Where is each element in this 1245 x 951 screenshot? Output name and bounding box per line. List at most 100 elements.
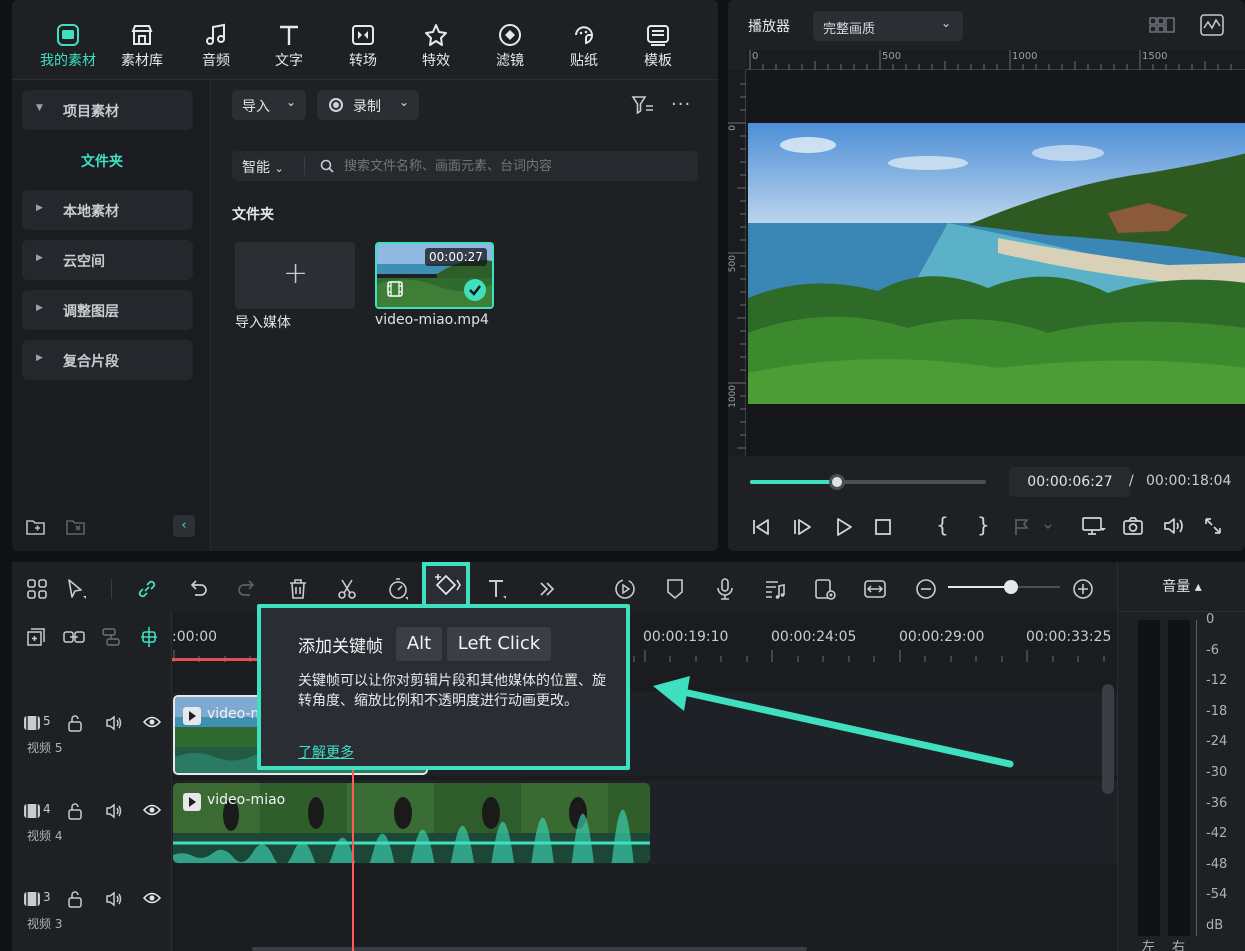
search-input[interactable] <box>344 155 684 177</box>
redo-icon[interactable] <box>234 576 260 602</box>
microphone-icon[interactable] <box>712 576 738 602</box>
delete-icon[interactable] <box>285 576 311 602</box>
display-settings-icon[interactable] <box>1081 515 1107 537</box>
next-frame-icon[interactable] <box>791 516 813 538</box>
import-button[interactable]: 导入 ⌄ <box>232 90 306 120</box>
playback-progress[interactable] <box>750 474 986 490</box>
new-folder-icon[interactable] <box>25 517 47 537</box>
progress-knob[interactable] <box>829 474 846 490</box>
vertical-ruler: 0 500 1000 <box>728 70 746 456</box>
clip-label: video-miao <box>207 792 286 808</box>
nav-cloud[interactable]: ▶ 云空间 <box>22 240 193 280</box>
timeline-clip-track4[interactable]: video-miao <box>173 783 650 863</box>
more-tools-icon[interactable] <box>534 576 560 602</box>
collapse-panel-button[interactable]: ‹ <box>173 515 195 537</box>
mute-icon[interactable] <box>105 890 123 908</box>
meter-scale-label: dB <box>1206 918 1224 933</box>
visibility-eye-icon[interactable] <box>143 891 161 905</box>
add-track-icon[interactable] <box>25 626 47 648</box>
stop-icon[interactable] <box>872 516 894 538</box>
render-bar <box>172 658 267 661</box>
zoom-out-icon[interactable] <box>913 576 939 602</box>
audio-mix-icon[interactable] <box>762 576 788 602</box>
tab-text[interactable]: 文字 <box>253 20 325 70</box>
magnet-snap-icon[interactable] <box>137 625 161 649</box>
undo-icon[interactable] <box>185 576 211 602</box>
nav-compound-clip[interactable]: ▶ 复合片段 <box>22 340 193 380</box>
play-icon[interactable] <box>832 516 854 538</box>
auto-render-icon[interactable] <box>612 576 638 602</box>
tab-templates[interactable]: 模板 <box>622 20 694 70</box>
volume-icon[interactable] <box>1162 515 1186 537</box>
fullscreen-icon[interactable] <box>1203 516 1223 536</box>
vertical-scrollbar[interactable] <box>1102 684 1114 794</box>
meter-scale-label: -24 <box>1206 734 1228 750</box>
filter-icon[interactable] <box>631 94 655 116</box>
lock-icon[interactable] <box>67 890 83 908</box>
lock-icon[interactable] <box>67 802 83 820</box>
fit-timeline-icon[interactable] <box>862 576 888 602</box>
layout-icon[interactable] <box>1149 15 1175 35</box>
tab-my-media[interactable]: 我的素材 <box>32 20 104 70</box>
record-button[interactable]: 录制 ⌄ <box>317 90 419 120</box>
split-scissors-icon[interactable] <box>334 576 360 602</box>
grid-layout-icon[interactable] <box>24 576 50 602</box>
mute-icon[interactable] <box>105 714 123 732</box>
marker-icon[interactable] <box>1013 517 1053 537</box>
tab-audio[interactable]: 音频 <box>180 20 252 70</box>
track-name: 视频 4 <box>27 829 63 843</box>
tab-transitions[interactable]: 转场 <box>327 20 399 70</box>
add-keyframe-button[interactable] <box>422 562 470 608</box>
scopes-icon[interactable] <box>1200 14 1224 36</box>
zoom-in-icon[interactable] <box>1070 576 1096 602</box>
nav-folder[interactable]: 文件夹 <box>81 151 123 171</box>
chevron-right-icon: ▶ <box>36 253 43 263</box>
nav-local-media[interactable]: ▶ 本地素材 <box>22 190 193 230</box>
zoom-slider[interactable] <box>948 580 1060 594</box>
horizontal-scrollbar[interactable] <box>252 947 807 951</box>
clip-thumbnail[interactable]: 00:00:27 <box>375 242 494 309</box>
snapshot-icon[interactable] <box>1122 515 1144 537</box>
smart-dropdown[interactable]: 智能 ⌄ <box>242 157 284 177</box>
delete-folder-icon[interactable] <box>65 517 87 537</box>
shield-marker-icon[interactable] <box>662 576 688 602</box>
current-time[interactable]: 00:00:06:27 <box>1009 467 1131 497</box>
prev-frame-icon[interactable] <box>750 516 772 538</box>
preview-canvas[interactable] <box>746 70 1245 456</box>
tab-effects[interactable]: 特效 <box>400 20 472 70</box>
quality-dropdown[interactable]: 完整画质 ⌄ <box>813 11 963 41</box>
zoom-knob[interactable] <box>1003 580 1018 594</box>
video-track-icon <box>23 802 43 820</box>
player-title: 播放器 <box>748 19 790 35</box>
ruler-label: 1500 <box>1142 51 1168 62</box>
tab-stock-media[interactable]: 素材库 <box>106 20 178 70</box>
left-nav: ▼ 项目素材 文件夹 ▶ 本地素材 ▶ 云空间 ▶ 调整图层 ▶ 复合片段 ‹ <box>12 80 211 551</box>
text-tool-icon[interactable] <box>484 576 510 602</box>
link-icon[interactable] <box>134 576 160 602</box>
mark-out-icon[interactable]: } <box>977 513 990 537</box>
tab-filters[interactable]: 滤镜 <box>474 20 546 70</box>
mute-icon[interactable] <box>105 802 123 820</box>
preview-render-icon[interactable] <box>812 576 838 602</box>
meter-channel-label: 左 <box>1142 940 1156 951</box>
mark-in-icon[interactable]: { <box>936 513 949 537</box>
visibility-eye-icon[interactable] <box>143 715 161 729</box>
tab-stickers[interactable]: 贴纸 <box>548 20 620 70</box>
unlink-track-icon[interactable] <box>100 626 122 648</box>
shortcut-key: Alt <box>396 627 442 661</box>
tab-label: 模板 <box>644 53 672 69</box>
link-track-icon[interactable] <box>62 626 86 648</box>
more-options-icon[interactable]: ··· <box>671 94 691 115</box>
nav-adjustment-layer[interactable]: ▶ 调整图层 <box>22 290 193 330</box>
select-tool-icon[interactable] <box>63 576 89 602</box>
lock-icon[interactable] <box>67 714 83 732</box>
ruler-label: 0 <box>728 125 738 131</box>
search-icon <box>320 159 334 173</box>
speed-icon[interactable] <box>385 576 411 602</box>
learn-more-link[interactable]: 了解更多 <box>298 742 354 762</box>
top-tabs: 我的素材 素材库 音频 文字 转场 特效 滤镜 贴纸 模板 <box>12 0 718 80</box>
nav-project-media[interactable]: ▼ 项目素材 <box>22 90 193 130</box>
divider <box>304 157 305 175</box>
visibility-eye-icon[interactable] <box>143 803 161 817</box>
import-media-tile[interactable]: + <box>235 242 355 309</box>
